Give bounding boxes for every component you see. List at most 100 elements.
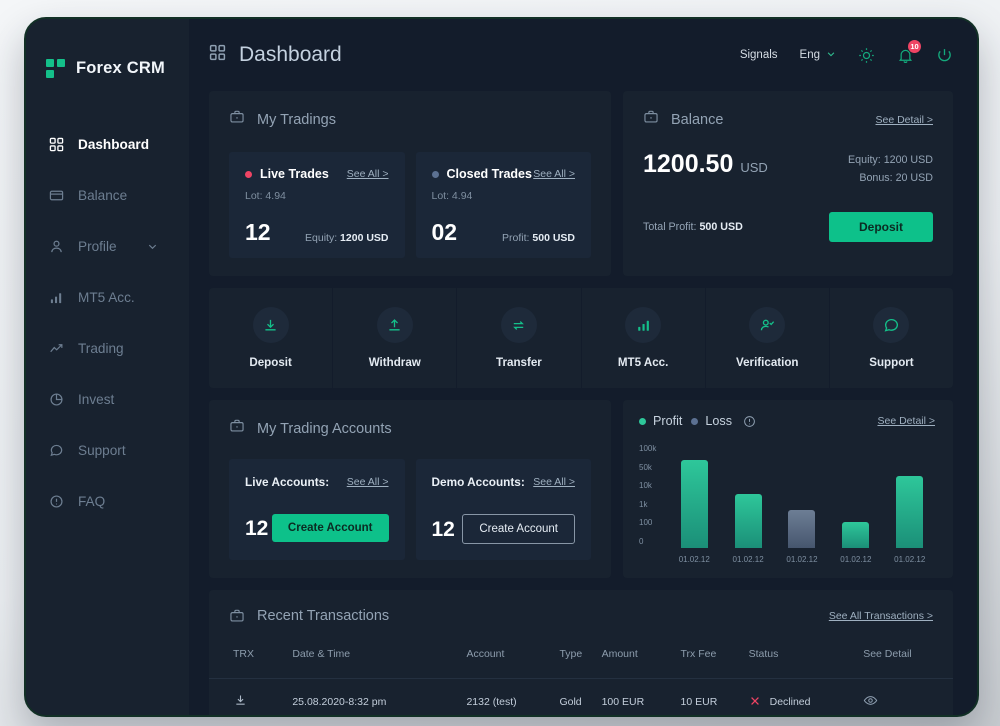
see-all-link[interactable]: See All > bbox=[533, 168, 575, 180]
legend-profit[interactable]: Profit bbox=[639, 414, 682, 428]
sidebar-item-mt5-acc[interactable]: MT5 Acc. bbox=[26, 272, 189, 323]
sidebar: Forex CRM Dashboard Balance Profile MT5 … bbox=[26, 19, 189, 715]
my-tradings-header: My Tradings bbox=[209, 91, 611, 130]
see-all-link[interactable]: See All > bbox=[347, 168, 389, 180]
quick-action-mt5-acc[interactable]: MT5 Acc. bbox=[582, 288, 706, 388]
row-accounts-chart: My Trading Accounts Live Accounts: See A… bbox=[209, 400, 953, 578]
sidebar-item-label: Support bbox=[78, 443, 126, 458]
balance-footer: Total Profit: 500 USD Deposit bbox=[623, 187, 953, 243]
see-detail-link[interactable]: See Detail > bbox=[876, 114, 934, 126]
column-header-datetime: Date & Time bbox=[292, 648, 351, 660]
total-profit-label: Total Profit: bbox=[643, 221, 697, 234]
create-account-button[interactable]: Create Account bbox=[462, 514, 575, 544]
quick-action-withdraw[interactable]: Withdraw bbox=[333, 288, 458, 388]
balance-amount: 1200.50 bbox=[643, 150, 734, 178]
card-title: My Tradings bbox=[257, 111, 336, 128]
chevron-down-icon bbox=[826, 49, 836, 62]
x-tick: 01.02.12 bbox=[732, 555, 764, 564]
see-all-link[interactable]: See All > bbox=[347, 476, 389, 488]
see-detail-link[interactable]: See Detail > bbox=[878, 415, 936, 427]
sun-icon[interactable] bbox=[858, 47, 875, 64]
quick-action-label: Transfer bbox=[496, 356, 542, 369]
y-tick: 10k bbox=[639, 481, 652, 491]
chart-bar bbox=[896, 476, 924, 548]
see-all-link[interactable]: See All > bbox=[533, 476, 575, 488]
balance-card: Balance See Detail > 1200.50 USD Equity: … bbox=[623, 91, 953, 276]
info-circle-icon[interactable] bbox=[743, 415, 756, 428]
y-tick: 100k bbox=[639, 444, 657, 453]
table-body: 25.08.2020-8:32 pm 2132 (test) Gold 100 … bbox=[209, 678, 953, 715]
page-title: Dashboard bbox=[239, 43, 342, 66]
brand[interactable]: Forex CRM bbox=[26, 41, 189, 87]
quick-action-transfer[interactable]: Transfer bbox=[457, 288, 582, 388]
closed-trades-box[interactable]: Closed Trades See All > Lot: 4.94 02 Pro… bbox=[415, 152, 591, 258]
top-bar-actions: Signals Eng 10 bbox=[740, 39, 953, 64]
content-area: My Tradings Live Trades See All > Lot: 4… bbox=[189, 91, 977, 715]
quick-action-label: Withdraw bbox=[368, 356, 421, 369]
legend-loss[interactable]: Loss bbox=[691, 414, 732, 428]
download-icon[interactable] bbox=[233, 693, 248, 708]
top-bar: Dashboard Signals Eng 10 bbox=[189, 19, 977, 91]
deposit-button[interactable]: Deposit bbox=[828, 212, 933, 243]
cell-type: Gold bbox=[559, 678, 602, 715]
trade-meta-label: Equity: bbox=[305, 232, 338, 244]
chevron-down-icon[interactable] bbox=[147, 241, 158, 252]
see-all-transactions-link[interactable]: See All Transactions > bbox=[829, 610, 933, 622]
quick-action-deposit[interactable]: Deposit bbox=[209, 288, 334, 388]
quick-action-support[interactable]: Support bbox=[830, 288, 953, 388]
x-icon bbox=[749, 695, 761, 709]
quick-action-verification[interactable]: Verification bbox=[706, 288, 830, 388]
card-icon bbox=[48, 188, 64, 204]
eye-icon[interactable] bbox=[863, 693, 878, 708]
account-count: 12 bbox=[245, 516, 269, 540]
trading-accounts-card: My Trading Accounts Live Accounts: See A… bbox=[209, 400, 611, 578]
demo-accounts-box[interactable]: Demo Accounts: See All > 12 Create Accou… bbox=[415, 459, 591, 560]
trade-meta-value: 500 USD bbox=[532, 232, 575, 244]
chat-bubble-icon bbox=[48, 443, 64, 459]
quick-actions-bar: Deposit Withdraw Transfer MT5 Acc. Verif… bbox=[209, 288, 953, 388]
balance-equity: Equity: 1200 USD bbox=[848, 154, 933, 166]
trade-meta: Profit: 500 USD bbox=[502, 232, 575, 244]
legend-dot bbox=[691, 417, 699, 425]
live-trades-box[interactable]: Live Trades See All > Lot: 4.94 12 Equit… bbox=[229, 152, 405, 258]
sidebar-item-faq[interactable]: FAQ bbox=[26, 476, 189, 527]
card-title: Recent Transactions bbox=[257, 608, 390, 624]
power-icon[interactable] bbox=[936, 47, 953, 64]
sidebar-item-invest[interactable]: Invest bbox=[26, 374, 189, 425]
chart-bar-column[interactable]: 01.02.12 bbox=[884, 476, 935, 564]
bell-icon[interactable]: 10 bbox=[897, 39, 921, 64]
quick-action-label: Deposit bbox=[249, 356, 292, 369]
transactions-header: Recent Transactions See All Transactions… bbox=[209, 590, 953, 624]
chart-bar bbox=[680, 460, 708, 548]
column-header-status: Status bbox=[748, 648, 779, 660]
sidebar-item-support[interactable]: Support bbox=[26, 425, 189, 476]
chart-bar-column[interactable]: 01.02.12 bbox=[831, 522, 882, 564]
table-header-row: TRX Date & Time Account Type Amount Trx … bbox=[209, 640, 953, 679]
chart-bar-column[interactable]: 01.02.12 bbox=[777, 510, 828, 564]
row-summary: My Tradings Live Trades See All > Lot: 4… bbox=[209, 91, 953, 276]
briefcase-icon bbox=[229, 418, 245, 439]
status-badge: Declined bbox=[769, 696, 811, 708]
balance-main: 1200.50 USD Equity: 1200 USD Bonus: 20 US… bbox=[623, 130, 953, 187]
x-tick: 01.02.12 bbox=[894, 555, 926, 564]
sidebar-item-profile[interactable]: Profile bbox=[26, 221, 189, 272]
chart-bar-column[interactable]: 01.02.12 bbox=[669, 460, 720, 564]
trade-box-title: Closed Trades bbox=[446, 167, 532, 181]
trade-meta-value: 1200 USD bbox=[340, 232, 389, 244]
chart-bar-column[interactable]: 01.02.12 bbox=[723, 494, 774, 564]
live-accounts-box[interactable]: Live Accounts: See All > 12 Create Accou… bbox=[229, 459, 405, 560]
sidebar-item-dashboard[interactable]: Dashboard bbox=[26, 119, 189, 170]
language-selector[interactable]: Eng bbox=[800, 49, 836, 62]
balance-header: Balance See Detail > bbox=[623, 91, 953, 130]
x-tick: 01.02.12 bbox=[786, 555, 818, 564]
create-account-button[interactable]: Create Account bbox=[271, 514, 389, 542]
signals-link[interactable]: Signals bbox=[740, 49, 778, 61]
sidebar-item-trading[interactable]: Trading bbox=[26, 323, 189, 374]
sidebar-item-balance[interactable]: Balance bbox=[26, 170, 189, 221]
y-tick: 50k bbox=[639, 462, 652, 472]
status-dot bbox=[431, 170, 439, 178]
balance-side-stats: Equity: 1200 USD Bonus: 20 USD bbox=[848, 152, 933, 187]
swap-icon bbox=[500, 307, 537, 343]
table-row[interactable]: 25.08.2020-8:32 pm 2132 (test) Gold 100 … bbox=[209, 678, 953, 715]
bar-chart-icon bbox=[48, 290, 64, 306]
